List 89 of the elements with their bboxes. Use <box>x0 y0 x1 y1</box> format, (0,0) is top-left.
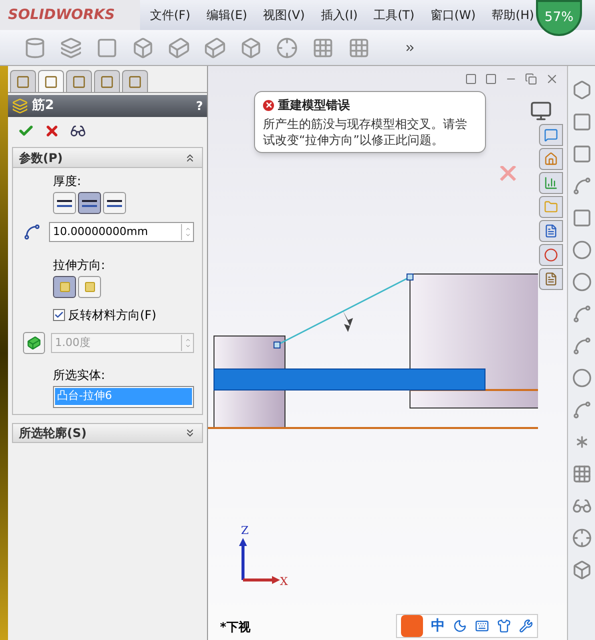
restore-icon[interactable] <box>525 73 537 85</box>
app-logo: SOLIDWORKS <box>8 6 115 24</box>
sketch-tool-icon[interactable] <box>572 208 592 228</box>
dimension-icon <box>23 223 41 241</box>
toolbar-tool-icon[interactable] <box>204 36 226 58</box>
feature-title: 筋2 <box>32 97 54 116</box>
bodies-label: 所选实体: <box>53 367 106 384</box>
sketch-tool-icon[interactable] <box>572 528 592 548</box>
task-pane-tab[interactable] <box>539 220 563 242</box>
spin-buttons[interactable] <box>181 224 193 240</box>
panel-tab[interactable] <box>122 70 148 92</box>
sketch-tool-icon[interactable] <box>572 80 592 100</box>
thickness-label: 厚度: <box>53 173 82 190</box>
direction-option-button[interactable] <box>53 276 76 298</box>
tab-icon <box>44 74 58 88</box>
axis-label: X <box>280 574 288 590</box>
flip-material-checkbox[interactable]: 反转材料方向(F) <box>53 306 194 324</box>
thickness-option-button[interactable] <box>78 192 101 214</box>
tab-icon <box>16 74 30 88</box>
toolbar-tool-icon[interactable] <box>132 36 154 58</box>
chart-icon <box>544 176 558 190</box>
folder-icon <box>544 200 558 214</box>
expand-icon[interactable] <box>184 427 196 439</box>
view-name: *下视 <box>220 619 250 636</box>
menu-item[interactable]: 窗口(W) <box>430 6 476 24</box>
direction-label: 拉伸方向: <box>53 257 106 274</box>
panel-tab[interactable] <box>94 70 120 92</box>
document-icon <box>544 224 558 238</box>
preview-icon[interactable] <box>70 123 86 139</box>
check-icon <box>54 310 64 320</box>
toolbar-tool-icon[interactable] <box>96 36 118 58</box>
thickness-field[interactable]: 10.00000000mm <box>49 222 194 242</box>
keyboard-icon[interactable] <box>475 619 489 633</box>
direction-option-button[interactable] <box>78 276 101 298</box>
task-pane-tab[interactable] <box>539 124 563 146</box>
panel-tab[interactable] <box>10 70 36 92</box>
shirt-icon[interactable] <box>497 619 511 633</box>
menu-item[interactable]: 插入(I) <box>320 6 358 24</box>
close-icon[interactable] <box>545 72 559 86</box>
task-pane-tab[interactable] <box>539 172 563 194</box>
sketch-tool-icon[interactable] <box>572 400 592 420</box>
toolbar-tool-icon[interactable] <box>312 36 334 58</box>
section-header[interactable]: 所选轮廓(S) <box>12 423 203 443</box>
tab-icon <box>128 74 142 88</box>
thickness-option-button[interactable] <box>103 192 126 214</box>
error-title: 重建模型错误 <box>278 97 350 114</box>
home-icon <box>544 152 558 166</box>
toolbar-tool-icon[interactable] <box>168 36 190 58</box>
section-header[interactable]: 参数(P) <box>13 148 202 168</box>
sketch-tool-icon[interactable] <box>572 304 592 324</box>
chat-icon <box>544 128 558 142</box>
tab-icon <box>72 74 86 88</box>
sketch-tool-icon[interactable] <box>572 560 592 580</box>
menu-item[interactable]: 文件(F) <box>150 6 190 24</box>
sketch-tool-icon[interactable] <box>572 464 592 484</box>
help-button[interactable]: ? <box>196 97 203 115</box>
task-pane-tab[interactable] <box>539 268 563 290</box>
menu-item[interactable]: 帮助(H) <box>492 6 534 24</box>
task-pane-tab[interactable] <box>539 196 563 218</box>
toolbar-tool-icon[interactable] <box>24 36 46 58</box>
cancel-icon[interactable] <box>44 123 60 139</box>
draft-button[interactable] <box>23 332 45 354</box>
sketch-tool-icon[interactable] <box>572 336 592 356</box>
sketch-tool-icon[interactable] <box>572 176 592 196</box>
panel-tab[interactable] <box>38 70 64 92</box>
moon-icon[interactable] <box>453 619 467 633</box>
menu-item[interactable]: 视图(V) <box>263 6 305 24</box>
sketch-tool-icon[interactable] <box>572 368 592 388</box>
task-pane-tab[interactable] <box>539 148 563 170</box>
toolbar-tool-icon[interactable] <box>60 36 82 58</box>
display-icon[interactable] <box>530 100 552 122</box>
menu-item[interactable]: 编辑(E) <box>206 6 248 24</box>
toolbar-tool-icon[interactable] <box>276 36 298 58</box>
sketch-tool-icon[interactable] <box>572 144 592 164</box>
task-pane-tab[interactable] <box>539 244 563 266</box>
wrench-icon[interactable] <box>519 619 533 633</box>
tab-icon <box>100 74 114 88</box>
sketch-tool-icon[interactable] <box>572 112 592 132</box>
sketch-tool-icon[interactable] <box>572 272 592 292</box>
menu-item[interactable]: 工具(T) <box>374 6 414 24</box>
thickness-option-button[interactable] <box>53 192 76 214</box>
sketch-tool-icon[interactable] <box>572 240 592 260</box>
error-message: 所产生的筋没与现存模型相交叉。请尝试改变“拉伸方向”以修正此问题。 <box>263 116 468 148</box>
axis-label: Z <box>241 523 249 539</box>
input-mode-button[interactable]: 中 <box>431 616 445 636</box>
collapse-icon[interactable] <box>184 152 196 164</box>
toolbar-tool-icon[interactable] <box>240 36 262 58</box>
panel-tab[interactable] <box>66 70 92 92</box>
toolbar-tool-icon[interactable] <box>348 36 370 58</box>
